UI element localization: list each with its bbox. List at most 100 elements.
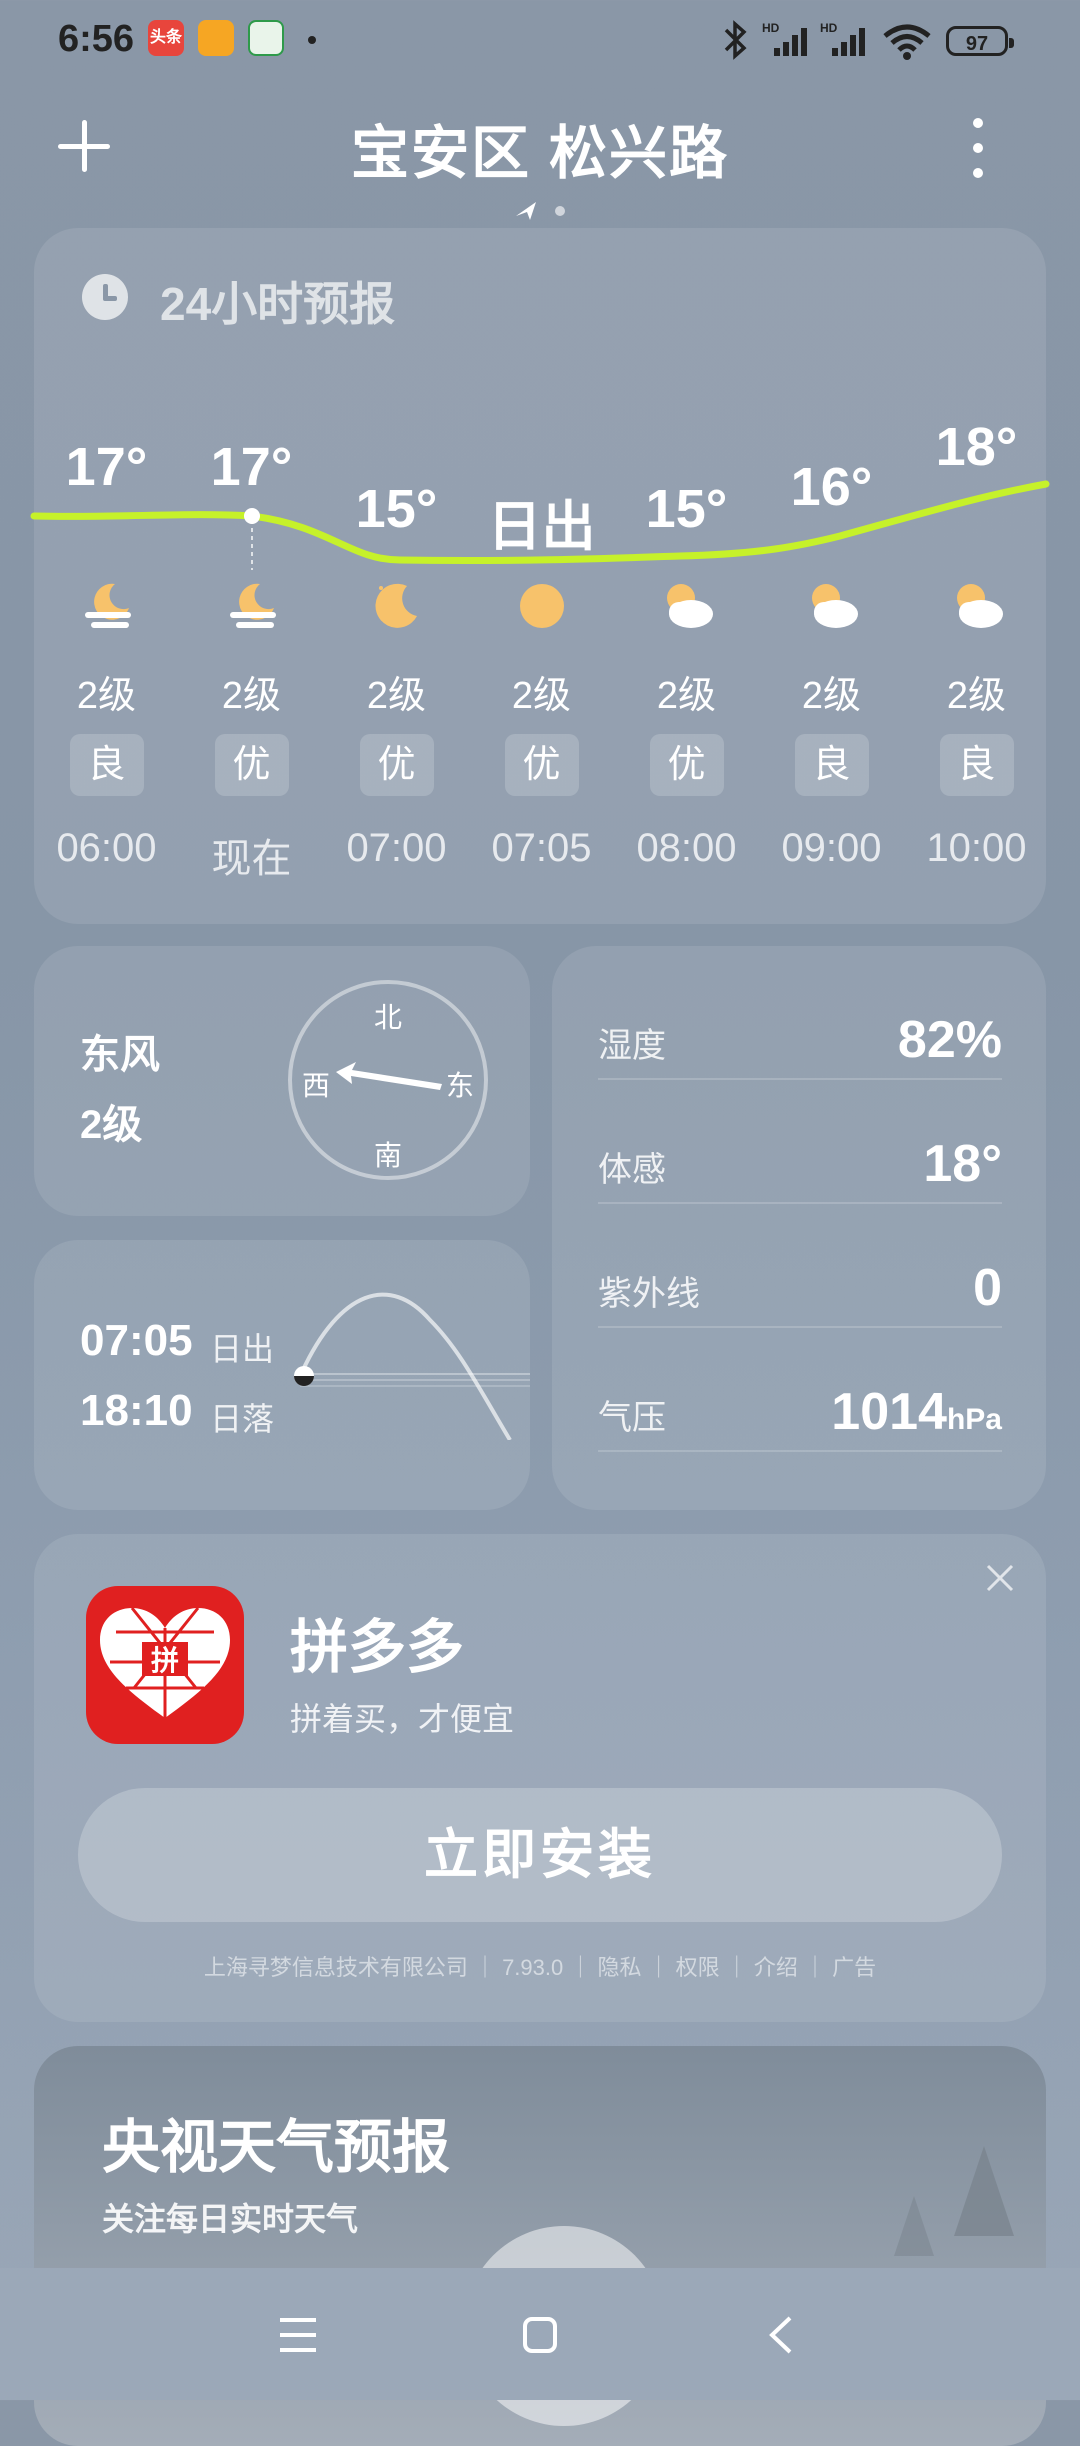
- detail-value: 82%: [740, 1010, 1002, 1070]
- detail-value: 18°: [740, 1134, 1002, 1194]
- forecast-aqi-cell: 良: [759, 734, 904, 796]
- forecast-aqi-cell: 优: [614, 734, 759, 796]
- svg-text:HD: HD: [820, 21, 838, 35]
- page-title: 宝安区 松兴路: [350, 121, 730, 186]
- partly-cloudy-icon: [614, 576, 759, 636]
- aqi-badge: 优: [214, 734, 289, 796]
- forecast-wind-level: 2级: [366, 675, 427, 717]
- detail-divider: [598, 1078, 1002, 1080]
- forecast-hour: 07:05: [491, 826, 592, 870]
- wind-level: 2级: [80, 1103, 143, 1147]
- detail-divider: [598, 1326, 1002, 1328]
- battery-indicator: 97: [946, 26, 1014, 56]
- detail-value-number: 18°: [923, 1135, 1002, 1193]
- wifi-icon: [883, 24, 931, 60]
- moon-cloud-icon: [34, 576, 179, 636]
- install-button[interactable]: 立即安装: [78, 1788, 1002, 1922]
- menu-icon[interactable]: [278, 2316, 318, 2354]
- detail-divider: [598, 1450, 1002, 1452]
- forecast-wind-level: 2级: [76, 675, 137, 717]
- close-icon[interactable]: [984, 1562, 1016, 1594]
- svg-text:拼: 拼: [151, 1644, 179, 1677]
- compass-south: 南: [373, 1140, 402, 1171]
- sunset-label: 日落: [210, 1401, 275, 1437]
- page-indicator[interactable]: [514, 198, 574, 224]
- crescent-moon-icon: [324, 576, 469, 636]
- status-time: 6:56: [58, 18, 135, 60]
- message-notification-icon: [198, 20, 234, 56]
- forecast-wind-level: 2级: [946, 675, 1007, 717]
- ad-slogan: 拼着买，才便宜: [290, 1701, 515, 1737]
- forecast-hour: 08:00: [636, 826, 737, 870]
- forecast-hour: 07:00: [346, 826, 447, 870]
- wind-direction: 东风: [80, 1033, 160, 1077]
- forecast-wind-level: 2级: [221, 675, 282, 717]
- compass-west: 西: [302, 1070, 331, 1101]
- compass-north: 北: [373, 1002, 402, 1033]
- more-notifications-dot: [308, 36, 316, 44]
- forecast-wind-level: 2级: [511, 675, 572, 717]
- forecast-temp: 17°: [65, 437, 148, 497]
- forecast-hour: 现在: [211, 837, 292, 881]
- sun-icon: [469, 576, 614, 636]
- signal-hd-icon-1: HD: [762, 21, 807, 56]
- detail-value-number: 82%: [897, 1011, 1002, 1069]
- sunrise-time: 07:05: [80, 1316, 193, 1365]
- detail-label: 湿度: [598, 1027, 666, 1065]
- app-notification-icon: [248, 20, 284, 56]
- forecast-aqi-cell: 优: [469, 734, 614, 796]
- detail-value-number: 0: [973, 1259, 1002, 1317]
- forecast-temp: 18°: [935, 417, 1018, 477]
- aqi-badge: 优: [649, 734, 724, 796]
- bluetooth-icon: [724, 20, 747, 60]
- aqi-badge: 良: [939, 734, 1014, 796]
- wind-compass: 北 南 西 东: [288, 980, 488, 1180]
- forecast-aqi-cell: 良: [904, 734, 1049, 796]
- sun-path-arc: [294, 1292, 530, 1440]
- more-menu-button[interactable]: [968, 118, 988, 178]
- clock-icon: [82, 274, 128, 320]
- cctv-title: 央视天气预报: [102, 2115, 451, 2180]
- forecast-temp: 日出: [487, 497, 596, 557]
- forecast-aqi-cell: 优: [324, 734, 469, 796]
- forecast-hour: 10:00: [926, 826, 1027, 870]
- cctv-subtitle: 关注每日实时天气: [102, 2201, 359, 2237]
- home-icon[interactable]: [522, 2316, 558, 2354]
- heart-logo-icon: 拼: [100, 1607, 230, 1718]
- detail-label: 紫外线: [598, 1275, 700, 1313]
- toutiao-notification-icon: 头条: [148, 20, 184, 56]
- ad-footer[interactable]: 上海寻梦信息技术有限公司 ｜ 7.93.0 ｜ 隐私 ｜ 权限 ｜ 介绍 ｜ 广…: [0, 1950, 1080, 1982]
- aqi-badge: 优: [504, 734, 579, 796]
- location-arrow-icon: [516, 202, 536, 220]
- forecast-temp: 17°: [210, 437, 293, 497]
- aqi-badge: 良: [69, 734, 144, 796]
- back-icon[interactable]: [766, 2314, 796, 2356]
- detail-label: 气压: [598, 1399, 666, 1437]
- forecast-title: 24小时预报: [160, 278, 396, 330]
- forecast-aqi-cell: 良: [34, 734, 179, 796]
- forecast-temp: 15°: [355, 479, 438, 539]
- detail-value: 0: [740, 1258, 1002, 1318]
- moon-cloud-icon: [179, 576, 324, 636]
- wind-arrow-icon: [336, 1062, 442, 1090]
- aqi-badge: 优: [359, 734, 434, 796]
- signal-hd-icon-2: HD: [820, 21, 865, 56]
- partly-cloudy-icon: [759, 576, 904, 636]
- aqi-badge: 良: [794, 734, 869, 796]
- detail-value: 1014hPa: [740, 1382, 1002, 1442]
- forecast-temp: 16°: [790, 457, 873, 517]
- forecast-wind-level: 2级: [656, 675, 717, 717]
- detail-value-number: 1014: [831, 1383, 947, 1441]
- sunrise-label: 日出: [210, 1331, 275, 1367]
- forecast-wind-level: 2级: [801, 675, 862, 717]
- pinduoduo-logo[interactable]: 拼: [86, 1586, 244, 1744]
- navigation-bar: [0, 2268, 1080, 2400]
- detail-divider: [598, 1202, 1002, 1204]
- forecast-temp: 15°: [645, 479, 728, 539]
- forecast-hour: 09:00: [781, 826, 882, 870]
- detail-label: 体感: [598, 1151, 666, 1189]
- svg-text:HD: HD: [762, 21, 780, 35]
- status-bar: 6:56 头条 HD HD 97: [0, 0, 1080, 80]
- detail-unit: hPa: [946, 1403, 1002, 1436]
- forecast-aqi-cell: 优: [179, 734, 324, 796]
